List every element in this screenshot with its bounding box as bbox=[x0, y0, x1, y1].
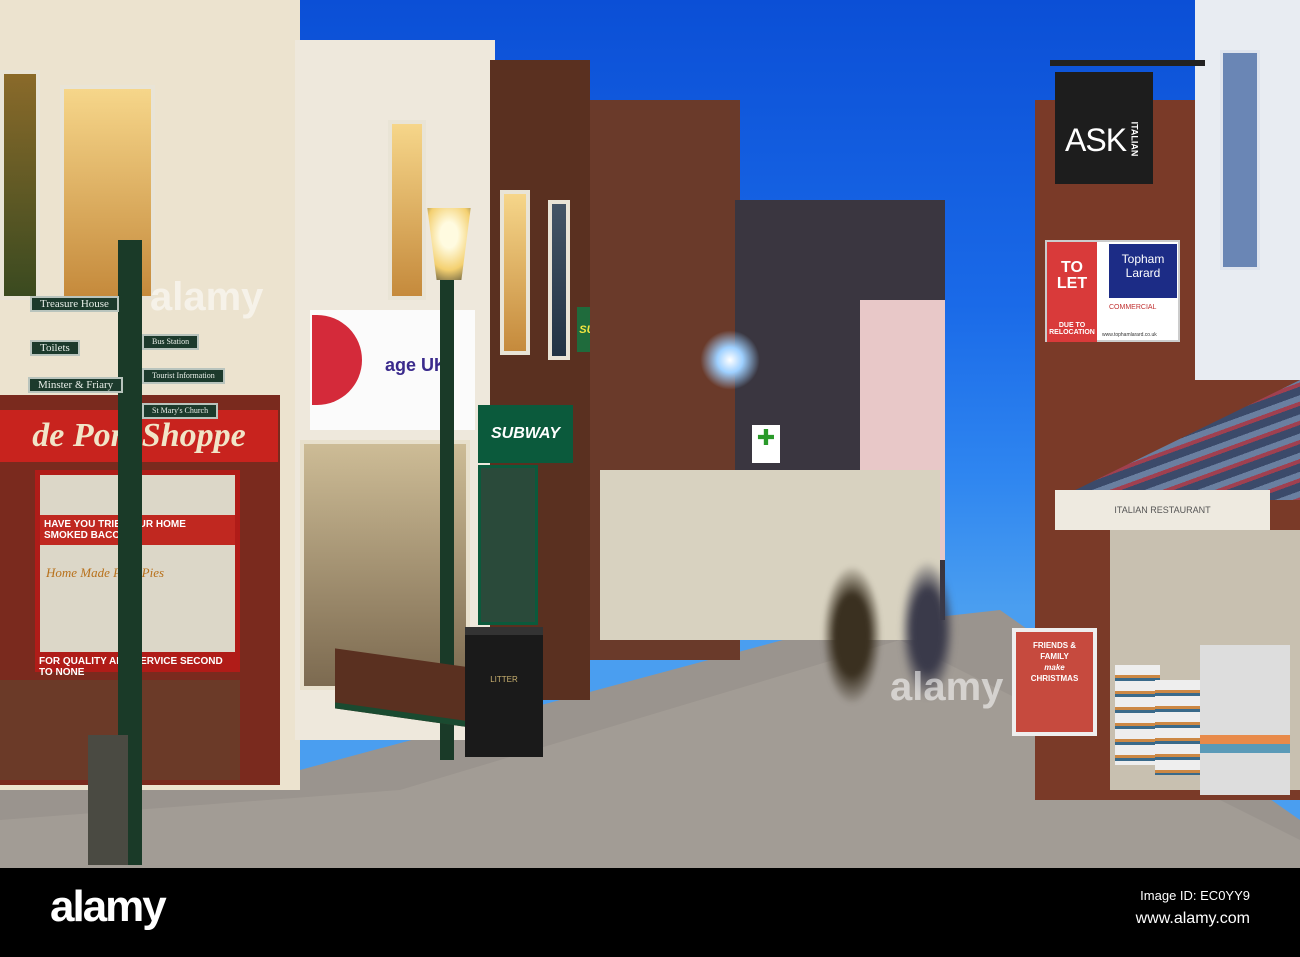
pharmacy-cross-icon: ✚ bbox=[752, 425, 780, 463]
window-christmas-tree bbox=[0, 70, 40, 300]
bollard bbox=[88, 735, 128, 865]
to-let-panel: TO LET DUE TO RELOCATION bbox=[1047, 242, 1097, 342]
street-light-glow bbox=[700, 330, 760, 390]
restaurant-barrier bbox=[1200, 645, 1290, 795]
ask-sign: ASK ITALIAN bbox=[1055, 72, 1153, 184]
signpost-arm: Bus Station bbox=[142, 334, 200, 350]
subway-window bbox=[478, 465, 538, 625]
alamy-url: www.alamy.com bbox=[1135, 910, 1250, 927]
ask-sub: ITALIAN bbox=[1129, 121, 1140, 157]
litter-bin-label: LITTER bbox=[490, 675, 518, 684]
signpost-arm: Treasure House bbox=[30, 296, 119, 312]
a-board-line4: CHRISTMAS bbox=[1030, 674, 1079, 683]
a-board-line2: FAMILY bbox=[1040, 652, 1069, 661]
subway-sign: SUBWAY bbox=[478, 405, 573, 463]
a-board-line3: make bbox=[1044, 663, 1065, 672]
agent-type: COMMERCIAL bbox=[1109, 304, 1157, 311]
ageuk-name: age UK bbox=[385, 355, 448, 375]
image-id: Image ID: EC0YY9 bbox=[1140, 888, 1250, 903]
agent-website: www.tophamlarard.co.uk bbox=[1102, 332, 1157, 338]
distant-shopfronts bbox=[600, 470, 940, 640]
ask-name: ASK bbox=[1065, 122, 1127, 158]
window bbox=[388, 120, 426, 300]
signpost-arm: St Mary's Church bbox=[142, 403, 219, 419]
litter-bin: LITTER bbox=[465, 627, 543, 757]
to-let-text: TO LET bbox=[1056, 259, 1088, 292]
agent-name: Topham Larard bbox=[1109, 244, 1177, 298]
pedestrian bbox=[822, 565, 882, 705]
watermark-bar: alamy Image ID: EC0YY9 www.alamy.com bbox=[0, 868, 1300, 957]
signpost-arm: Tourist Information bbox=[142, 368, 225, 384]
a-board-sign: FRIENDS & FAMILY make CHRISTMAS bbox=[1012, 628, 1097, 736]
window bbox=[548, 200, 570, 360]
signpost-arm: Minster & Friary bbox=[28, 377, 124, 393]
window bbox=[1220, 50, 1260, 270]
sign-bracket bbox=[1050, 60, 1205, 66]
planter bbox=[1115, 665, 1160, 765]
to-let-reason: DUE TO RELOCATION bbox=[1049, 322, 1095, 336]
window bbox=[500, 190, 530, 355]
a-board-line1: FRIENDS & bbox=[1032, 641, 1077, 650]
street-photo: de Port Shoppe HAVE YOU TRIED OUR HOME S… bbox=[0, 0, 1300, 868]
alamy-logo: alamy bbox=[50, 882, 167, 931]
planter bbox=[1155, 680, 1200, 775]
awning-label: ITALIAN RESTAURANT bbox=[1055, 490, 1270, 530]
to-let-board: TO LET DUE TO RELOCATION Topham Larard C… bbox=[1045, 240, 1180, 342]
watermark-logo: alamy bbox=[890, 665, 1004, 709]
ageuk-logo-icon bbox=[312, 315, 362, 405]
watermark-logo: alamy bbox=[150, 275, 264, 319]
signpost-arm: Toilets bbox=[30, 340, 80, 356]
